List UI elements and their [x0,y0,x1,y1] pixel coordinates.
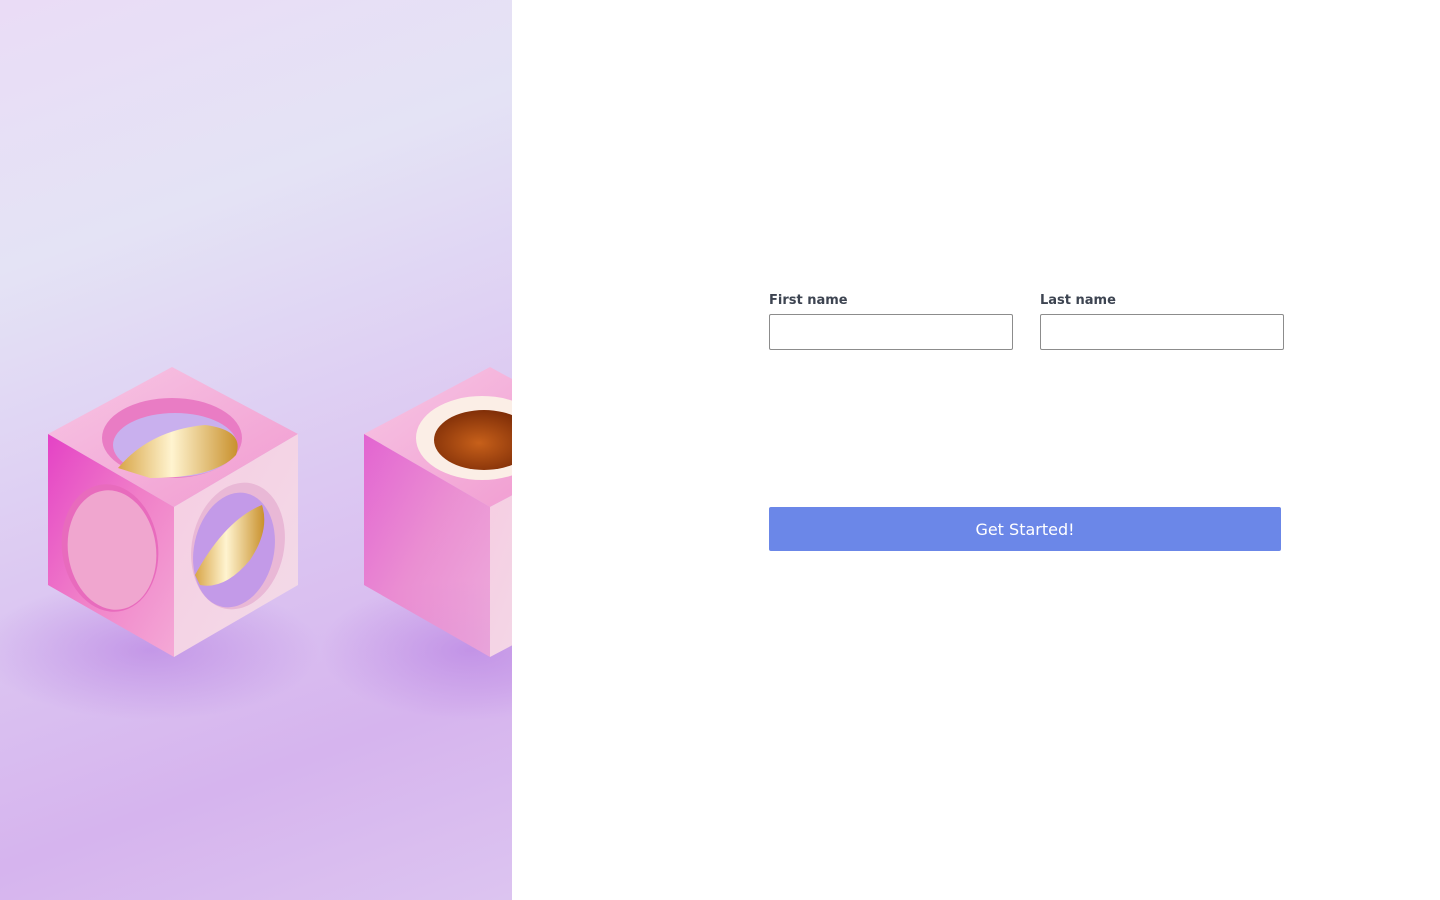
hero-illustration-panel [0,0,512,900]
first-name-label: First name [769,293,848,308]
last-name-input[interactable] [1040,314,1284,350]
last-name-group: Last name [1040,292,1284,350]
get-started-button[interactable]: Get Started! [769,507,1281,551]
first-name-group: First name [769,292,1013,350]
cubes-illustration [0,367,512,720]
page: First name Last name Get Started! [0,0,1440,900]
last-name-label: Last name [1040,293,1116,308]
first-name-input[interactable] [769,314,1013,350]
signup-form-panel: First name Last name Get Started! [512,0,1440,900]
